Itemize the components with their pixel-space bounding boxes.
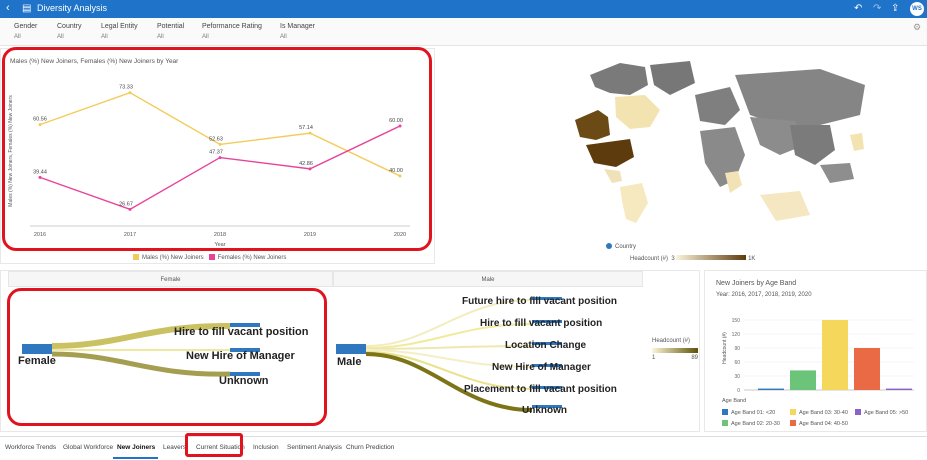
y-tick-label: 90 xyxy=(734,346,740,352)
filter-country[interactable]: Country All xyxy=(57,23,82,40)
sankey-target-m4: New Hire of Manager xyxy=(492,362,591,373)
bar-legend-item-1: Age Band 01: <20 xyxy=(722,409,775,416)
sankey-target-m1: Future hire to fill vacant position xyxy=(462,296,618,307)
bar-chart-title: New Joiners by Age Band xyxy=(716,280,797,287)
tab-inclusion[interactable]: Inclusion xyxy=(253,444,279,451)
map-region-mexico xyxy=(604,169,622,183)
map-region-north-atlantic xyxy=(650,61,695,95)
bar-chart-legend-title: Age Band xyxy=(722,398,747,404)
map-region-greenland-arctic xyxy=(590,63,648,95)
y-tick-label: 0 xyxy=(737,388,740,394)
bar-age-band-3 xyxy=(822,320,848,390)
tab-bar: Workforce Trends Global Workforce New Jo… xyxy=(0,436,927,460)
sankey-legend: Headcount (#) 1 89 xyxy=(652,338,699,361)
map-region-europe xyxy=(695,87,740,125)
bar-legend-item-5: Age Band 05: >50 xyxy=(855,409,908,416)
bar-age-band-1 xyxy=(758,388,784,390)
y-tick-label: 60 xyxy=(734,360,740,366)
active-tab-indicator xyxy=(113,457,158,459)
sankey-target-m3: Location Change xyxy=(505,340,587,351)
avatar[interactable]: WS xyxy=(910,2,924,16)
filter-gender[interactable]: Gender All xyxy=(14,23,37,40)
filter-performance-rating[interactable]: Peformance Rating All xyxy=(202,23,262,40)
bar-age-band-5 xyxy=(886,388,912,390)
filter-legal-entity[interactable]: Legal Entity All xyxy=(101,23,138,40)
tab-workforce-trends[interactable]: Workforce Trends xyxy=(5,444,56,451)
map-region-china xyxy=(790,125,835,165)
bar-legend-item-2: Age Band 02: 20-30 xyxy=(722,420,780,427)
highlight-current-situation-tab xyxy=(185,433,243,457)
export-icon[interactable]: ⇪ xyxy=(891,3,899,14)
redo-icon[interactable]: ↷ xyxy=(873,3,881,14)
highlight-line-chart xyxy=(2,47,432,251)
sankey-node-male[interactable] xyxy=(336,344,366,354)
map-region-australia xyxy=(760,191,810,221)
y-tick-label: 150 xyxy=(732,318,741,324)
tab-new-joiners[interactable]: New Joiners xyxy=(117,444,155,451)
sankey-target-m6: Unknown xyxy=(522,405,567,416)
map-region-southern-africa xyxy=(725,171,742,193)
app-header: ‹ ▤ Diversity Analysis ↶ ↷ ⇪ WS xyxy=(0,0,927,18)
settings-icon[interactable]: ⚙ xyxy=(913,22,921,33)
bar-legend-item-4: Age Band 04: 40-50 xyxy=(790,420,848,427)
sankey-label-male: Male xyxy=(337,356,362,368)
bar-legend-item-3: Age Band 03: 30-40 xyxy=(790,409,848,416)
line-chart-legend: Males (%) New Joiners Females (%) New Jo… xyxy=(133,254,286,261)
map-region-japan xyxy=(850,133,864,151)
undo-icon[interactable]: ↶ xyxy=(854,3,862,14)
tab-sentiment-analysis[interactable]: Sentiment Analysis xyxy=(287,444,342,451)
tab-churn-prediction[interactable]: Churn Prediction xyxy=(346,444,394,451)
world-map xyxy=(575,61,865,223)
sankey-target-m5: Placement to fill vacant position xyxy=(464,384,617,395)
y-axis-label: Headcount (#) xyxy=(722,332,728,364)
map-region-usa xyxy=(586,139,634,167)
app-title: Diversity Analysis xyxy=(37,3,108,13)
map-region-south-america xyxy=(620,183,648,223)
filter-is-manager[interactable]: Is Manager All xyxy=(280,23,315,40)
chart-icon: ▤ xyxy=(22,3,32,14)
bar-age-band-2 xyxy=(790,370,816,390)
map-region-alaska xyxy=(575,110,610,140)
map-legend-series: Country xyxy=(606,243,636,250)
filter-potential[interactable]: Potential All xyxy=(157,23,184,40)
tab-global-workforce[interactable]: Global Workforce xyxy=(63,444,113,451)
map-region-canada xyxy=(615,95,660,129)
y-tick-label: 30 xyxy=(734,374,740,380)
map-legend-scale: Headcount (#) 3 1K xyxy=(630,255,756,262)
back-icon[interactable]: ‹ xyxy=(6,2,10,14)
sankey-target-m2: Hire to fill vacant position xyxy=(480,318,603,329)
highlight-sankey xyxy=(7,288,327,426)
bar-age-band-4 xyxy=(854,348,880,390)
tab-leavers[interactable]: Leavers xyxy=(163,444,186,451)
y-tick-label: 120 xyxy=(732,332,741,338)
bar-chart: 0 30 60 90 120 150 Headcount (#) xyxy=(722,318,914,394)
map-region-southeast-asia xyxy=(820,163,854,183)
filter-bar: Gender All Country All Legal Entity All Pot… xyxy=(0,18,927,46)
